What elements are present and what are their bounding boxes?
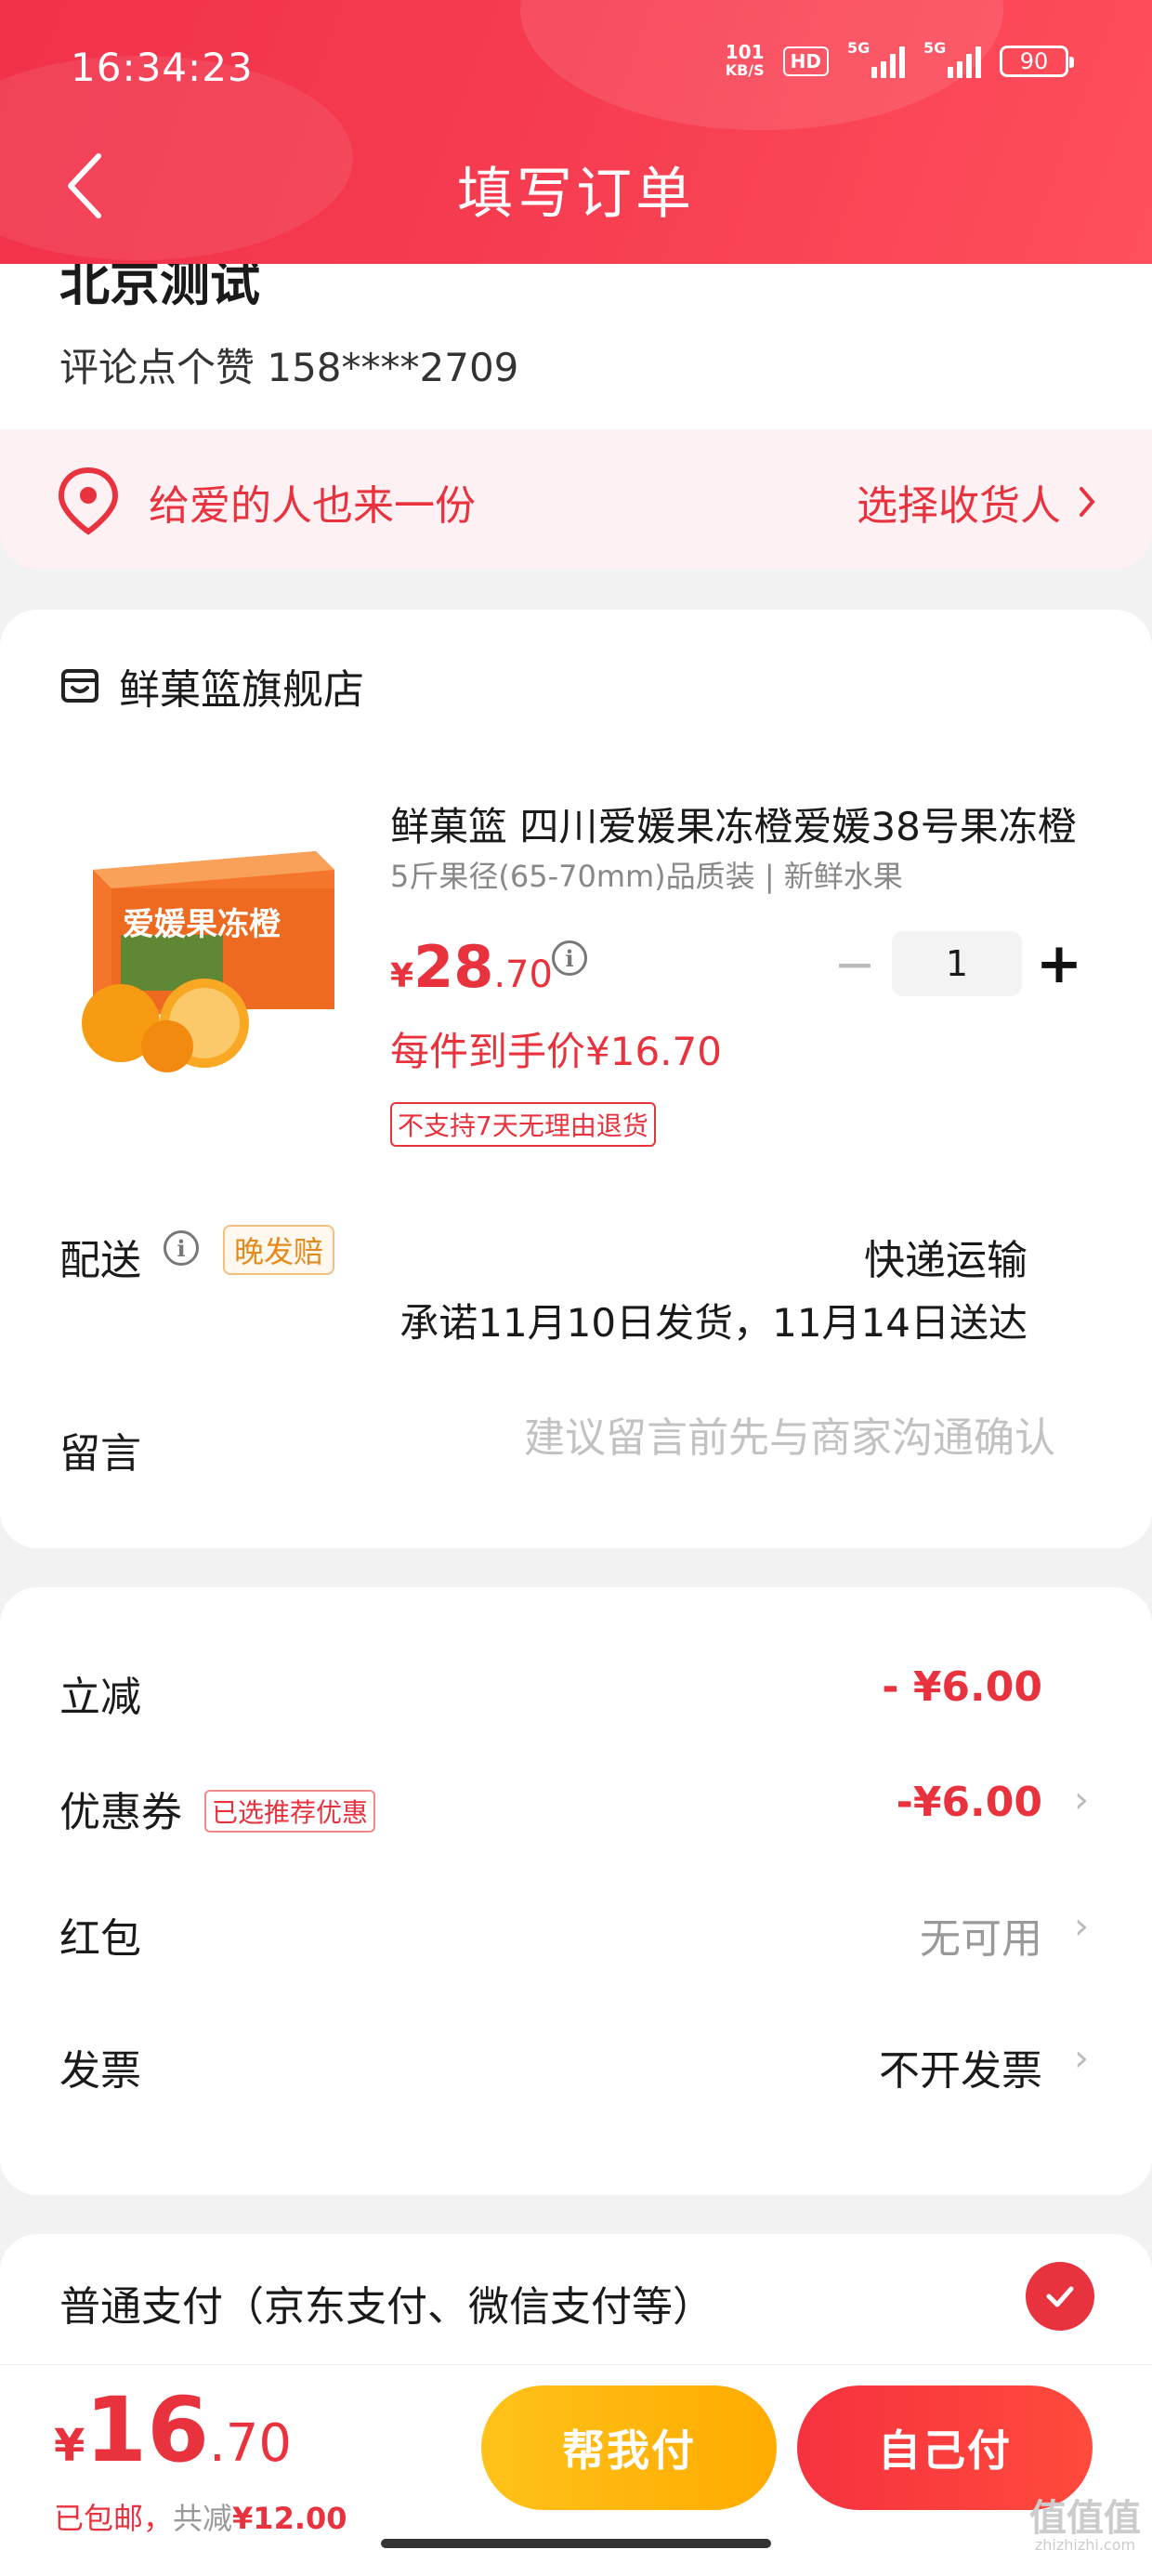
payment-method-label: 普通支付（京东支付、微信支付等） [59, 2283, 713, 2331]
chevron-right-icon: › [1074, 2037, 1089, 2080]
message-label: 留言 [59, 1430, 141, 1478]
network-speed-unit: KB/S [725, 61, 765, 79]
signal-icon: 5G [923, 39, 981, 78]
status-time: 16:34:23 [71, 45, 254, 90]
gift-bar[interactable]: 给爱的人也来一份 选择收货人 [0, 429, 1152, 569]
signal-label: 5G [847, 39, 871, 57]
home-indicator[interactable] [381, 2539, 771, 2548]
signal-icon: 5G [847, 39, 905, 78]
coupon-value: -¥6.00 [896, 1779, 1042, 1826]
saved-label: 共减 [173, 2501, 233, 2536]
free-shipping-text: 已包邮， [54, 2501, 174, 2536]
info-icon[interactable]: i [552, 940, 587, 976]
network-speed-value: 101 [725, 41, 765, 63]
savings-note: 已包邮，共减¥12.00 [54, 2495, 347, 2538]
image-caption: 爱媛果冻橙 [123, 906, 281, 943]
instant-discount-label: 立减 [59, 1674, 141, 1721]
battery-icon: 90 [1000, 46, 1074, 77]
page-title: 填写订单 [457, 162, 695, 227]
saved-value: ¥12.00 [232, 2501, 347, 2536]
signal-label: 5G [923, 39, 947, 57]
red-packet-row[interactable]: 红包 无可用 › [0, 1881, 1152, 1974]
store-icon [61, 669, 98, 703]
recipient-contact: 评论点个赞 158****2709 [59, 345, 519, 390]
red-packet-label: 红包 [59, 1915, 141, 1963]
info-icon[interactable]: i [164, 1230, 199, 1266]
message-input[interactable] [405, 1414, 1055, 1462]
decrease-button[interactable]: − [818, 935, 892, 993]
shipping-label: 配送 [59, 1237, 141, 1284]
help-pay-button[interactable]: 帮我付 [481, 2385, 777, 2510]
gift-text: 给爱的人也来一份 [149, 482, 476, 530]
quantity-stepper: − 1 + [818, 931, 1096, 996]
instant-discount-value: - ¥6.00 [882, 1663, 1042, 1711]
return-policy-badge: 不支持7天无理由退货 [390, 1102, 656, 1147]
total-decimal: .70 [209, 2413, 293, 2474]
unit-price: 每件到手价¥16.70 [390, 1029, 722, 1074]
chevron-right-icon: › [1074, 1779, 1089, 1821]
red-packet-value: 无可用 [920, 1915, 1042, 1963]
chevron-right-icon [1080, 487, 1095, 517]
total-symbol: ¥ [54, 2420, 85, 2472]
location-pin-icon [58, 467, 119, 535]
network-speed: 101 KB/S [726, 43, 765, 80]
store-header[interactable]: 鲜菓篮旗舰店 [59, 656, 364, 716]
hd-icon: HD [782, 46, 829, 76]
price-symbol: ¥ [390, 957, 414, 995]
price-integer: 28 [413, 933, 494, 1001]
checkmark-icon [1046, 2286, 1074, 2307]
total-integer: 16 [85, 2378, 209, 2482]
quantity-value[interactable]: 1 [892, 931, 1022, 996]
increase-button[interactable]: + [1022, 931, 1096, 996]
header-bar: 16:34:23 101 KB/S HD 5G 5G 90 填写订单 [0, 0, 1152, 264]
invoice-row[interactable]: 发票 不开发票 › [0, 2013, 1152, 2106]
watermark-glyphs: 值值值 [1029, 2497, 1141, 2540]
shipping-method[interactable]: 快递运输 [864, 1227, 1028, 1286]
product-card: 鲜菓篮旗舰店 爱媛果冻橙 鲜菓篮 四川爱媛果冻橙爱媛38号果冻橙 5斤果径(65… [0, 610, 1152, 1548]
total-price: ¥ 16 .70 [54, 2378, 292, 2482]
product-title[interactable]: 鲜菓篮 四川爱媛果冻橙爱媛38号果冻橙 [390, 795, 1096, 852]
price-decimal: .70 [493, 953, 553, 996]
late-compensation-badge: 晚发赔 [223, 1225, 335, 1275]
payment-selected-checkbox[interactable] [1026, 2262, 1094, 2331]
coupon-row[interactable]: 优惠券 已选推荐优惠 -¥6.00 › [0, 1755, 1152, 1847]
select-recipient-label: 选择收货人 [857, 482, 1061, 530]
watermark-site: zhizhizhi.com [1034, 2536, 1136, 2554]
coupon-label: 优惠券 [59, 1789, 182, 1836]
chevron-right-icon: › [1074, 1905, 1089, 1948]
shipping-promise: 承诺11月10日发货，11月14日送达 [399, 1300, 1028, 1346]
discount-card: 立减 - ¥6.00 优惠券 已选推荐优惠 -¥6.00 › 红包 无可用 › … [0, 1587, 1152, 2195]
invoice-value: 不开发票 [879, 2047, 1042, 2095]
instant-discount-row: 立减 - ¥6.00 [0, 1639, 1152, 1732]
self-pay-button[interactable]: 自己付 [797, 2385, 1093, 2510]
product-price: ¥ 28 .70 [390, 933, 553, 1001]
product-spec: 5斤果径(65-70mm)品质装 | 新鲜水果 [390, 859, 903, 894]
invoice-label: 发票 [59, 2047, 141, 2095]
coupon-tag: 已选推荐优惠 [204, 1790, 376, 1833]
status-icons: 101 KB/S HD 5G 5G 90 [726, 39, 1074, 80]
select-recipient-button[interactable]: 选择收货人 [857, 472, 1096, 532]
product-image[interactable]: 爱媛果冻橙 [56, 833, 353, 1074]
watermark-logo: 值值值 zhizhizhi.com [1029, 2500, 1141, 2554]
store-name: 鲜菓篮旗舰店 [119, 666, 364, 714]
